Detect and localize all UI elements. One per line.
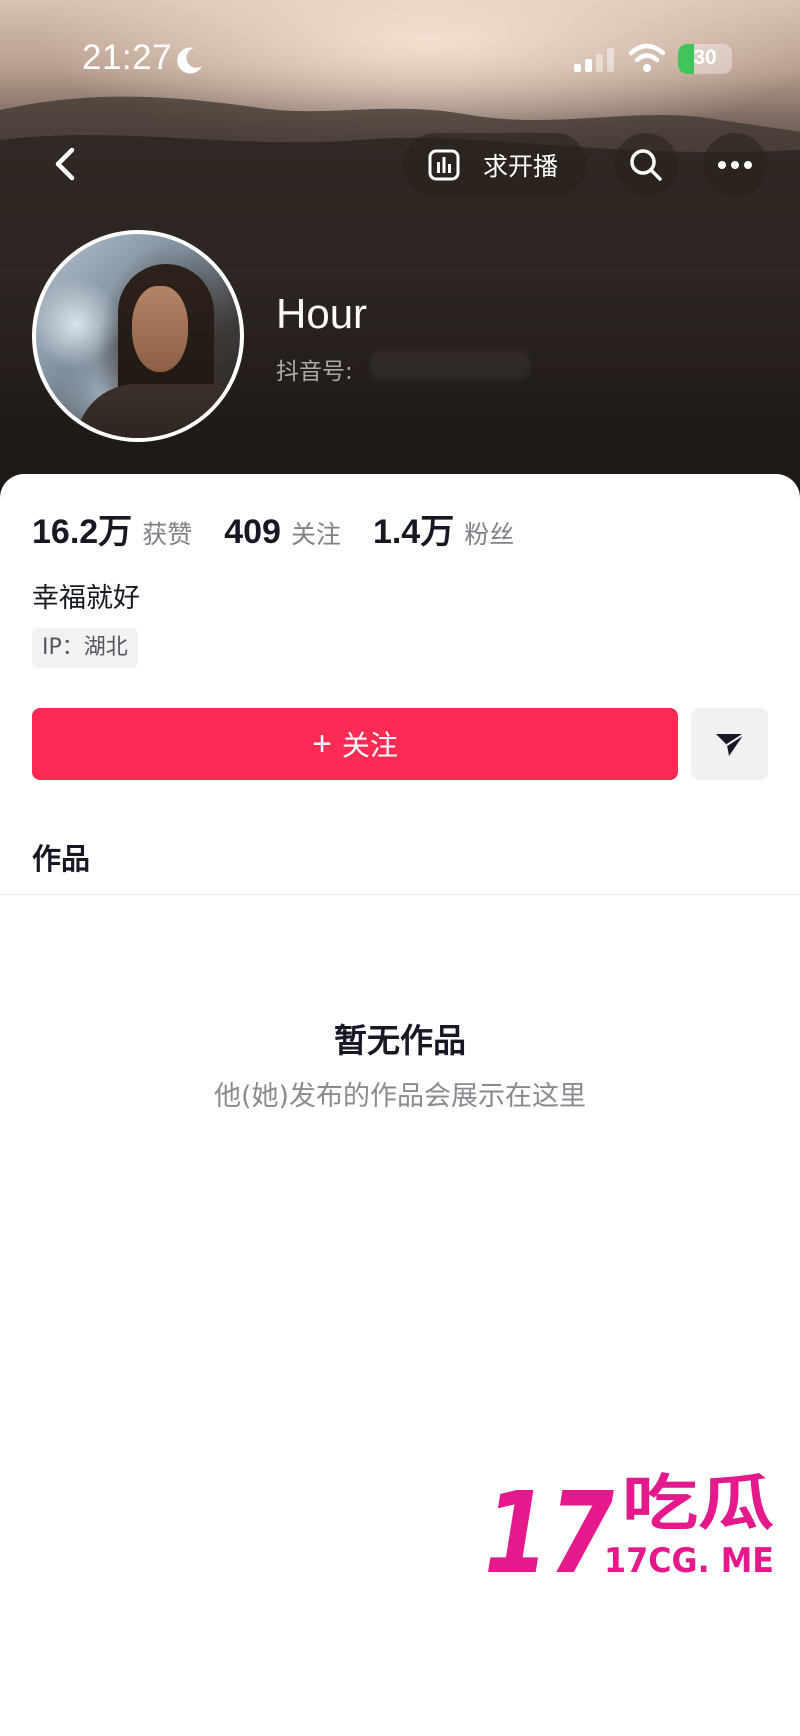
empty-state-title: 暂无作品 bbox=[334, 1021, 466, 1060]
stat-value: 16.2万 bbox=[32, 513, 133, 551]
douyin-id-label: 抖音号: bbox=[276, 359, 353, 385]
request-live-button[interactable]: 求开播 bbox=[403, 133, 587, 197]
more-icon bbox=[718, 161, 752, 169]
watermark-logo: 17 吃瓜 17CG. ME bbox=[484, 1472, 774, 1582]
stat-following[interactable]: 409 关注 bbox=[224, 513, 341, 552]
nickname: Hour bbox=[276, 290, 368, 337]
svg-text:17: 17 bbox=[484, 1472, 614, 1582]
follow-label: 关注 bbox=[341, 729, 398, 762]
douyin-id-redacted bbox=[370, 350, 530, 380]
stat-value: 409 bbox=[224, 513, 281, 551]
more-button[interactable] bbox=[703, 133, 767, 197]
status-time: 21:27 bbox=[82, 38, 173, 77]
battery-level: 30 bbox=[693, 46, 717, 69]
tab-works[interactable]: 作品 bbox=[32, 836, 90, 878]
live-chart-icon bbox=[428, 149, 460, 181]
wifi-icon bbox=[628, 43, 666, 72]
request-live-label: 求开播 bbox=[483, 152, 559, 181]
stat-label: 粉丝 bbox=[464, 520, 515, 549]
stat-followers[interactable]: 1.4万 粉丝 bbox=[373, 504, 514, 553]
search-button[interactable] bbox=[614, 133, 678, 197]
stat-label: 关注 bbox=[290, 520, 341, 549]
stat-likes[interactable]: 16.2万 获赞 bbox=[32, 504, 192, 553]
avatar-face bbox=[132, 286, 188, 372]
battery-icon: 30 bbox=[678, 44, 732, 74]
stats-row: 16.2万 获赞 409 关注 1.4万 粉丝 bbox=[32, 504, 546, 553]
signal-icon bbox=[574, 48, 614, 72]
avatar-body bbox=[76, 384, 240, 438]
svg-text:吃瓜: 吃瓜 bbox=[622, 1472, 774, 1539]
follow-button[interactable]: + 关注 bbox=[32, 708, 678, 780]
send-icon bbox=[715, 733, 745, 756]
plus-icon: + bbox=[312, 724, 332, 763]
moon-icon bbox=[177, 47, 202, 74]
empty-state-description: 他(她)发布的作品会展示在这里 bbox=[213, 1081, 587, 1112]
send-message-button[interactable] bbox=[691, 708, 768, 780]
bio: 幸福就好 bbox=[32, 583, 140, 614]
stat-value: 1.4万 bbox=[372, 513, 455, 551]
stat-label: 获赞 bbox=[142, 520, 193, 549]
tab-divider bbox=[0, 894, 800, 895]
svg-text:17CG. ME: 17CG. ME bbox=[604, 1541, 774, 1581]
back-icon[interactable] bbox=[38, 136, 94, 192]
profile-header-background: 21:27 30 求开播 Hour 抖音号: bbox=[0, 0, 800, 520]
search-icon bbox=[630, 149, 662, 181]
ip-location-tag: IP：湖北 bbox=[32, 628, 138, 668]
avatar[interactable] bbox=[32, 230, 244, 442]
